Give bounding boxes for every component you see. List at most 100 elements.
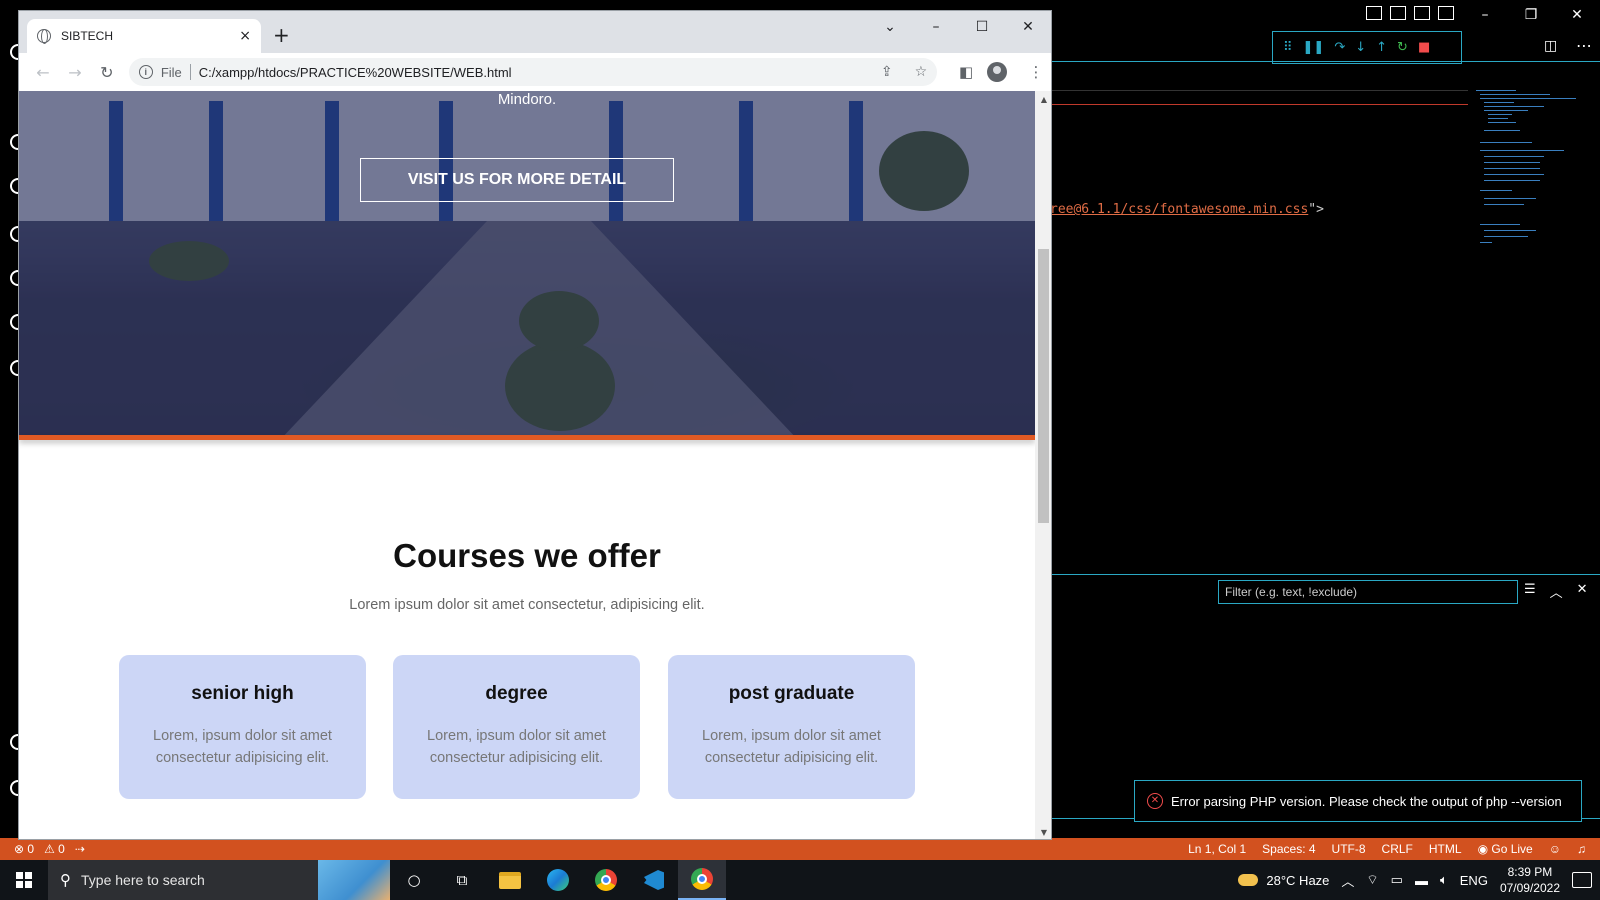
warnings-count[interactable]: ⚠ 0 — [44, 842, 65, 856]
tab-close-icon[interactable]: × — [239, 28, 251, 44]
step-into-icon[interactable]: ↓ — [1355, 40, 1366, 55]
step-out-icon[interactable]: ↑ — [1376, 40, 1387, 55]
language-mode[interactable]: HTML — [1429, 842, 1462, 856]
taskbar-search[interactable]: ⚲ Type here to search — [48, 860, 390, 900]
forward-icon[interactable]: → — [59, 63, 91, 82]
editor-divider — [1050, 61, 1600, 62]
source-control-icon[interactable] — [10, 178, 18, 194]
vscode-restore-icon[interactable]: ❐ — [1508, 7, 1554, 23]
go-live-button[interactable]: ◉ Go Live — [1478, 842, 1533, 856]
accounts-icon[interactable] — [10, 734, 18, 750]
bell-icon[interactable]: ♫ — [1577, 842, 1586, 856]
split-editor-icon[interactable]: ◫ — [1544, 38, 1557, 54]
chrome-icon[interactable] — [582, 860, 630, 900]
course-card-post-graduate[interactable]: post graduate Lorem, ipsum dolor sit ame… — [668, 655, 915, 799]
reload-icon[interactable]: ↻ — [91, 63, 123, 82]
customize-layout-icon[interactable] — [1438, 6, 1454, 20]
scroll-up-arrow-icon[interactable]: ▲ — [1035, 95, 1051, 104]
toggle-panel-icon[interactable] — [1390, 6, 1406, 20]
scrollbar-thumb[interactable] — [1038, 249, 1049, 523]
courses-title: Courses we offer — [393, 537, 661, 574]
chrome-active-icon[interactable] — [678, 860, 726, 900]
edge-icon[interactable] — [534, 860, 582, 900]
extensions-icon[interactable] — [10, 270, 18, 286]
pause-icon[interactable]: ❚❚ — [1303, 40, 1325, 55]
errors-count[interactable]: ⊗ 0 — [14, 842, 34, 856]
network-icon[interactable]: ⌔ — [1366, 872, 1378, 888]
step-over-icon[interactable]: ↷ — [1334, 40, 1345, 55]
start-button[interactable] — [0, 860, 48, 900]
file-explorer-icon[interactable] — [486, 860, 534, 900]
output-filter-input[interactable]: Filter (e.g. text, !exclude) — [1218, 580, 1518, 604]
tray-overflow-icon[interactable]: ︿ — [1341, 871, 1354, 890]
address-bar[interactable]: i File C:/xampp/htdocs/PRACTICE%20WEBSIT… — [128, 58, 938, 86]
close-panel-icon[interactable]: ✕ — [1577, 582, 1588, 601]
more-actions-icon[interactable]: ⋯ — [1576, 36, 1592, 55]
side-panel-icon[interactable]: ◧ — [951, 63, 981, 81]
profile-avatar[interactable] — [987, 62, 1008, 82]
page-scrollbar[interactable]: ▲ ▼ — [1035, 91, 1051, 839]
error-notification[interactable]: ✕ Error parsing PHP version. Please chec… — [1134, 780, 1582, 822]
search-icon[interactable] — [10, 134, 18, 150]
hero-overlay — [19, 91, 1035, 437]
scroll-down-arrow-icon[interactable]: ▼ — [1035, 828, 1051, 837]
error-icon: ✕ — [1147, 793, 1163, 809]
site-info-icon[interactable]: i — [138, 65, 153, 79]
cortana-icon[interactable]: ○ — [390, 860, 438, 900]
battery-icon[interactable]: ▬ — [1415, 873, 1428, 888]
filter-placeholder: Filter (e.g. text, !exclude) — [1225, 585, 1358, 599]
manage-gear-icon[interactable] — [10, 780, 18, 796]
minimize-icon[interactable]: – — [913, 11, 959, 43]
visit-us-button[interactable]: VISIT US FOR MORE DETAIL — [360, 158, 674, 202]
course-card-text: Lorem, ipsum dolor sit amet consectetur … — [702, 728, 881, 766]
share-icon[interactable]: ⇪ — [881, 64, 893, 80]
stop-icon[interactable]: ■ — [1418, 40, 1430, 55]
task-view-icon[interactable]: ⧉ — [438, 860, 486, 900]
tab-sibtech[interactable]: SIBTECH × — [27, 19, 261, 53]
cursor-position[interactable]: Ln 1, Col 1 — [1188, 842, 1246, 856]
end-of-line[interactable]: CRLF — [1382, 842, 1413, 856]
indentation[interactable]: Spaces: 4 — [1262, 842, 1315, 856]
menu-kebab-icon[interactable]: ⋮ — [1021, 63, 1051, 81]
notifications-icon[interactable] — [1572, 872, 1592, 888]
globe-icon — [37, 29, 51, 44]
restart-icon[interactable]: ↻ — [1397, 40, 1408, 55]
testing-icon[interactable] — [10, 360, 18, 376]
minimap[interactable] — [1476, 86, 1596, 256]
run-debug-icon[interactable] — [10, 226, 18, 242]
drag-handle-icon[interactable]: ⠿ — [1283, 40, 1293, 55]
meet-now-icon[interactable]: ▭ — [1391, 872, 1403, 888]
tab-search-icon[interactable]: ⌄ — [867, 11, 913, 43]
explorer-icon[interactable] — [10, 44, 18, 60]
maximize-panel-icon[interactable]: ︿ — [1550, 582, 1563, 601]
weather-widget[interactable]: 28°C Haze — [1238, 873, 1329, 888]
code-snippet[interactable]: ree@6.1.1/css/fontawesome.min.css"> — [1050, 202, 1324, 217]
vscode-window-controls: – ❐ ✕ — [1462, 0, 1600, 30]
back-icon[interactable]: ← — [27, 63, 59, 82]
page-viewport: Mindoro. VISIT US FOR MORE DETAIL Course… — [19, 91, 1035, 839]
list-icon[interactable]: ☰ — [1524, 582, 1536, 601]
debug-toolbar: ⠿ ❚❚ ↷ ↓ ↑ ↻ ■ — [1272, 31, 1462, 64]
toggle-secondary-sidebar-icon[interactable] — [1414, 6, 1430, 20]
course-card-senior-high[interactable]: senior high Lorem, ipsum dolor sit amet … — [119, 655, 366, 799]
layout-controls — [1366, 6, 1454, 20]
language-indicator[interactable]: ENG — [1460, 873, 1488, 888]
bookmark-star-icon[interactable]: ☆ — [915, 64, 928, 80]
clock-date: 07/09/2022 — [1499, 881, 1560, 895]
feedback-icon[interactable]: ☺ — [1549, 842, 1561, 856]
vscode-minimize-icon[interactable]: – — [1462, 7, 1508, 23]
chrome-window-controls: ⌄ – ☐ ✕ — [867, 11, 1051, 43]
remote-explorer-icon[interactable] — [10, 314, 18, 330]
volume-icon[interactable]: 🔈︎ — [1440, 872, 1448, 888]
clock[interactable]: 8:39 PM 07/09/2022 — [1500, 864, 1560, 896]
encoding[interactable]: UTF-8 — [1332, 842, 1366, 856]
course-card-degree[interactable]: degree Lorem, ipsum dolor sit amet conse… — [393, 655, 640, 799]
vscode-close-icon[interactable]: ✕ — [1554, 7, 1600, 23]
toggle-primary-sidebar-icon[interactable] — [1366, 6, 1382, 20]
maximize-icon[interactable]: ☐ — [959, 11, 1005, 43]
live-share-icon[interactable]: ⇢ — [75, 842, 85, 856]
close-icon[interactable]: ✕ — [1005, 11, 1051, 43]
vscode-icon[interactable] — [630, 860, 678, 900]
url-text[interactable]: C:/xampp/htdocs/PRACTICE%20WEBSITE/WEB.h… — [199, 65, 859, 80]
new-tab-button[interactable]: + — [273, 23, 290, 47]
